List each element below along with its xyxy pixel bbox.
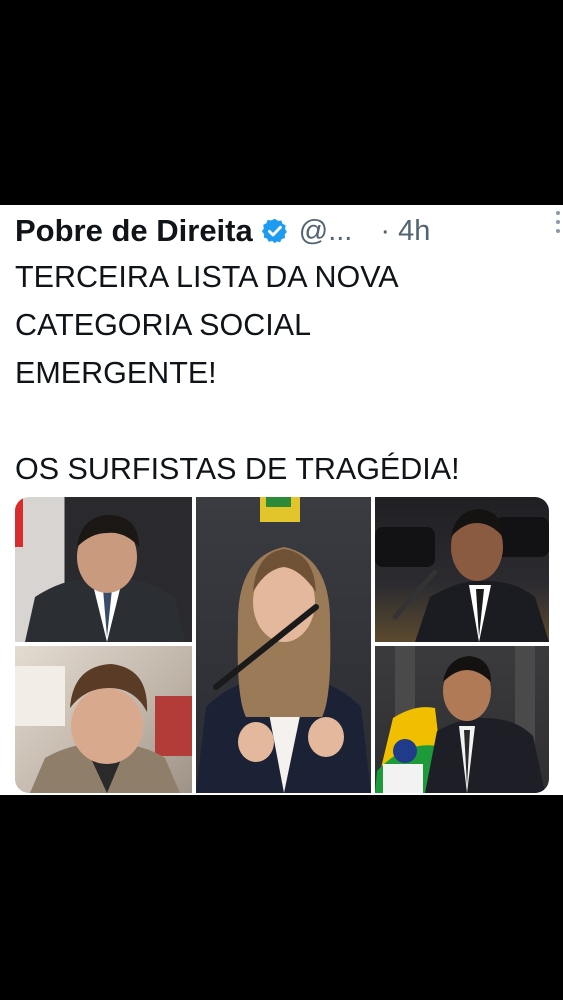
photo-woman-speaking-at-microphone[interactable] — [196, 497, 371, 793]
tweet-header: Pobre de Direita @... · 4h — [15, 211, 549, 251]
author-handle[interactable]: @... — [299, 215, 353, 248]
verified-badge-icon — [261, 217, 289, 245]
photo-man-in-suit-portrait[interactable] — [15, 497, 192, 642]
tweet-text-line: TERCEIRA LISTA DA NOVA — [15, 260, 399, 294]
media-grid — [15, 497, 549, 793]
author-name[interactable]: Pobre de Direita — [15, 213, 253, 249]
photo-man-speaking-in-chamber[interactable] — [375, 497, 549, 642]
tweet-text-line: OS SURFISTAS DE TRAGÉDIA! — [15, 452, 460, 486]
tweet-card[interactable]: Pobre de Direita @... · 4h TERCEIRA LIST… — [0, 205, 563, 795]
photo-man-looking-down[interactable] — [15, 646, 192, 793]
more-options-icon[interactable] — [553, 211, 563, 241]
tweet-text-line — [15, 397, 545, 445]
tweet-timestamp[interactable]: · 4h — [380, 215, 430, 248]
photo-man-with-brazil-flag[interactable] — [375, 646, 549, 793]
tweet-text-line: EMERGENTE! — [15, 356, 217, 390]
tweet-text: TERCEIRA LISTA DA NOVA CATEGORIA SOCIAL … — [15, 253, 545, 493]
tweet-text-line: CATEGORIA SOCIAL — [15, 308, 312, 342]
